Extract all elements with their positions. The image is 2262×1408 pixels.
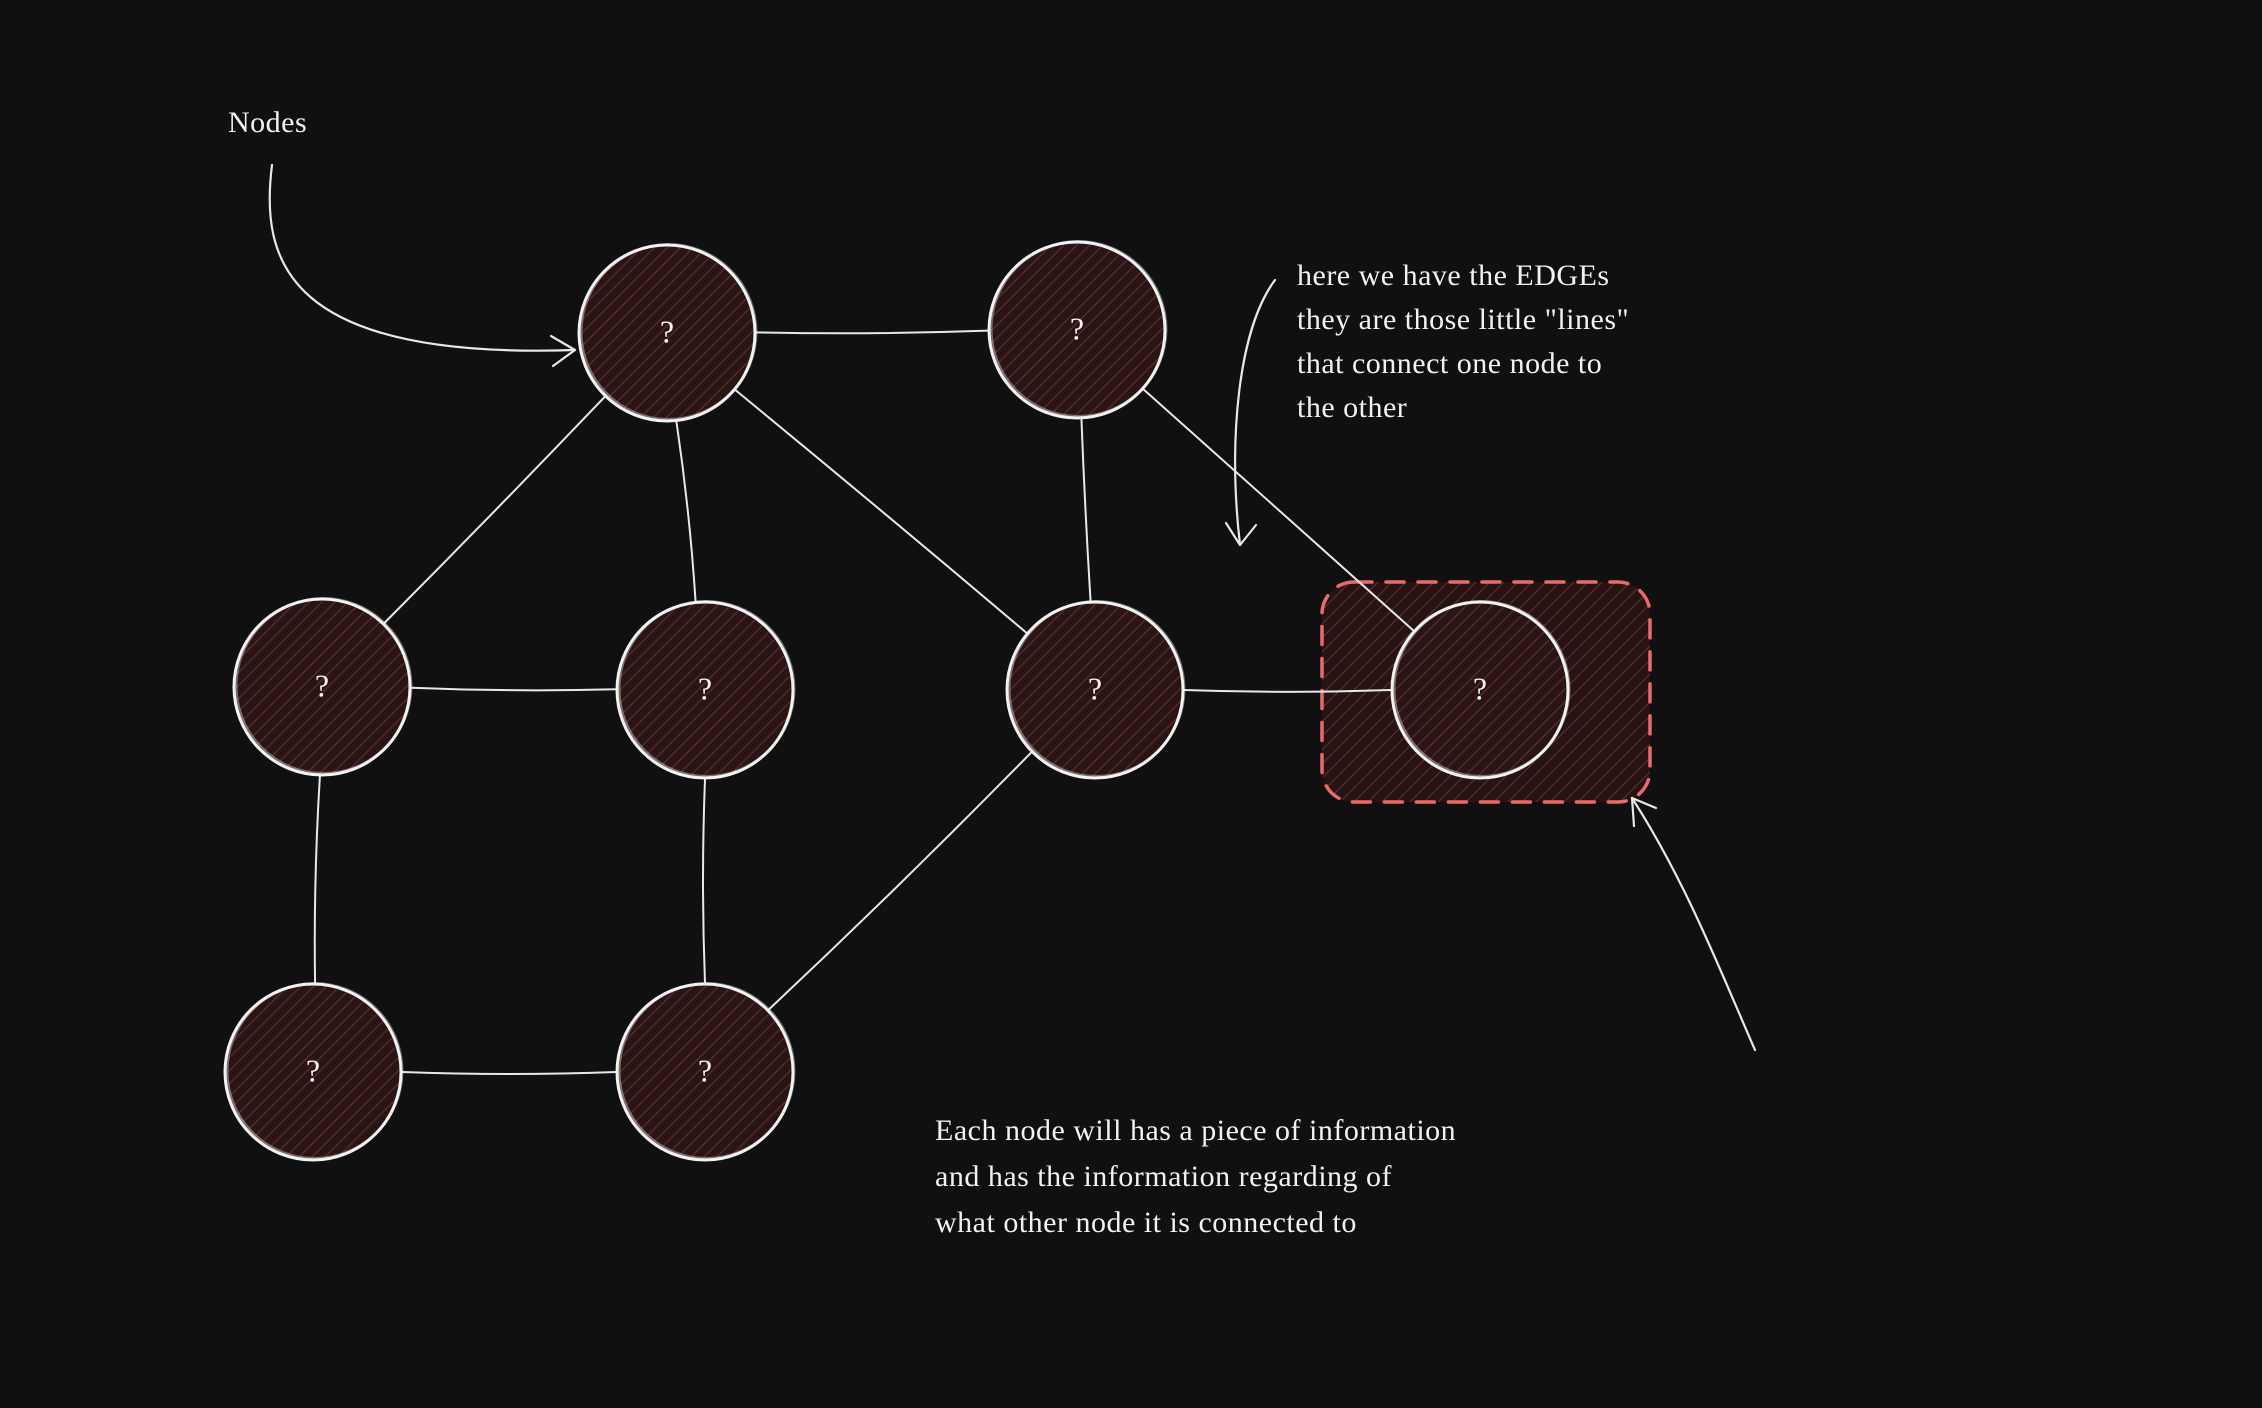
edges-annotation-line: the other bbox=[1297, 391, 1407, 424]
node-label: ? bbox=[660, 313, 674, 349]
node-label: ? bbox=[1070, 310, 1084, 346]
node-label: ? bbox=[698, 1052, 712, 1088]
node-info-annotation-line: Each node will has a piece of informatio… bbox=[935, 1114, 1456, 1147]
node-label: ? bbox=[1473, 670, 1487, 706]
node-label: ? bbox=[315, 667, 329, 703]
node-info-annotation-line: and has the information regarding of bbox=[935, 1160, 1392, 1193]
node-label: ? bbox=[1088, 670, 1102, 706]
nodes-label: Nodes bbox=[228, 106, 307, 139]
node-label: ? bbox=[698, 670, 712, 706]
edges-annotation-line: that connect one node to bbox=[1297, 347, 1602, 380]
node-info-annotation-line: what other node it is connected to bbox=[935, 1206, 1357, 1239]
graph-diagram: ???????? Nodes here we have the EDGEs they… bbox=[0, 0, 2262, 1408]
node-label: ? bbox=[306, 1052, 320, 1088]
edges-annotation-line: they are those little "lines" bbox=[1297, 303, 1629, 336]
edges-annotation-line: here we have the EDGEs bbox=[1297, 259, 1610, 292]
